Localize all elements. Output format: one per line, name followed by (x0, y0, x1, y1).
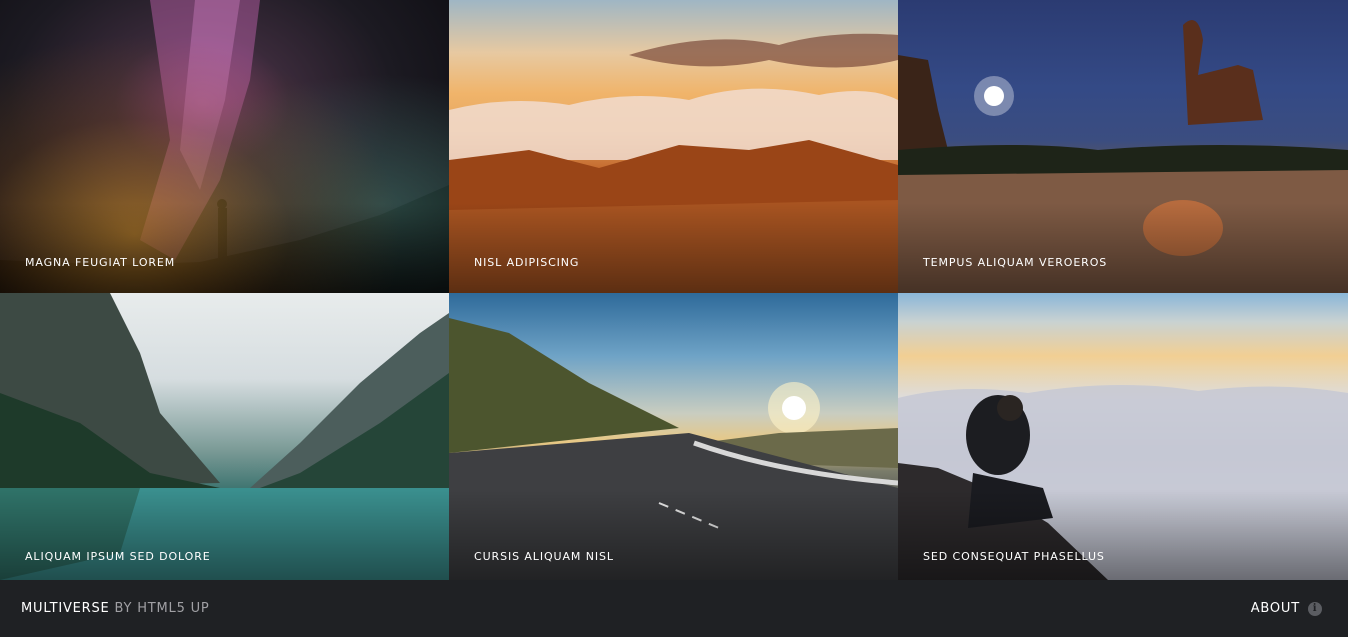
gallery-item-mountain-road[interactable]: CURSIS ALIQUAM NISL (449, 293, 898, 580)
brand-byline: BY HTML5 UP (114, 601, 210, 616)
gallery-item-caption: SED CONSEQUAT PHASELLUS (923, 550, 1105, 563)
gallery-item-caption: TEMPUS ALIQUAM VEROEROS (923, 256, 1108, 269)
gallery-item-caption: MAGNA FEUGIAT LOREM (25, 256, 176, 269)
gallery-item-desert-rock[interactable]: TEMPUS ALIQUAM VEROEROS (898, 0, 1348, 293)
about-button[interactable]: ABOUT i (1251, 601, 1322, 616)
gallery-item-mountain-lake[interactable]: ALIQUAM IPSUM SED DOLORE (0, 293, 449, 580)
gallery-item-milky-way[interactable]: MAGNA FEUGIAT LOREM (0, 0, 449, 293)
gallery-item-sunset-mountains[interactable]: NISL ADIPISCING (449, 0, 898, 293)
footer: MULTIVERSE BY HTML5 UP ABOUT i (0, 580, 1348, 637)
gallery-item-caption: CURSIS ALIQUAM NISL (474, 550, 614, 563)
gallery-item-caption: NISL ADIPISCING (474, 256, 580, 269)
about-label: ABOUT (1250, 601, 1300, 616)
info-icon: i (1308, 601, 1322, 616)
gallery-item-sea-of-clouds[interactable]: SED CONSEQUAT PHASELLUS (898, 293, 1348, 580)
gallery: MAGNA FEUGIAT LOREM NISL ADIPISCING TEMP… (0, 0, 1348, 580)
brand[interactable]: MULTIVERSE BY HTML5 UP (21, 601, 210, 616)
brand-title: MULTIVERSE (21, 601, 110, 616)
gallery-item-caption: ALIQUAM IPSUM SED DOLORE (25, 550, 211, 563)
